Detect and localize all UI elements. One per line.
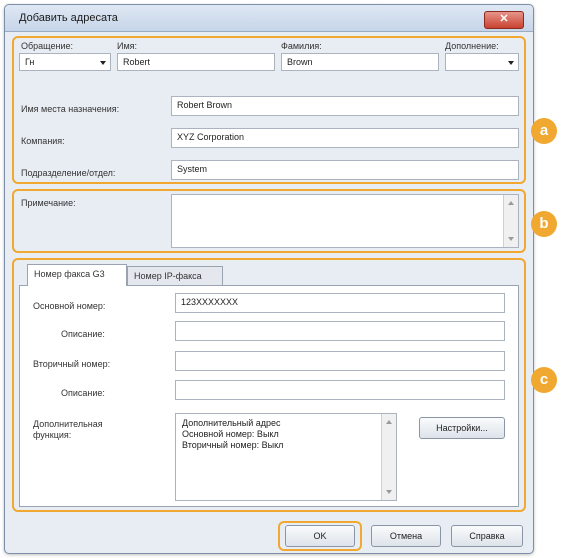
callout-a: a: [531, 118, 557, 144]
description2-field[interactable]: [175, 380, 505, 400]
department-label: Подразделение/отдел:: [21, 168, 116, 178]
dialog-window: Добавить адресата ✕ Обращение: Гн Имя: R…: [4, 4, 534, 554]
department-field[interactable]: System: [171, 160, 519, 180]
notes-textarea[interactable]: [171, 194, 519, 248]
ok-button[interactable]: OK: [285, 525, 355, 547]
extra-function-box: Дополнительный адрес Основной номер: Вык…: [175, 413, 397, 501]
addition-label: Дополнение:: [445, 41, 499, 51]
company-field[interactable]: XYZ Corporation: [171, 128, 519, 148]
secondary-number-label: Вторичный номер:: [33, 359, 111, 369]
first-name-field[interactable]: Robert: [117, 53, 275, 71]
notes-label: Примечание:: [21, 198, 76, 208]
description1-label: Описание:: [61, 329, 105, 339]
notes-scrollbar[interactable]: [503, 195, 518, 247]
extra-function-scrollbar[interactable]: [381, 414, 396, 500]
extra-function-line: Дополнительный адрес: [182, 418, 281, 428]
description1-field[interactable]: [175, 321, 505, 341]
title-bar: Добавить адресата ✕: [5, 5, 533, 32]
salutation-label: Обращение:: [21, 41, 73, 51]
main-number-field[interactable]: 123XXXXXXX: [175, 293, 505, 313]
addition-dropdown[interactable]: [445, 53, 519, 71]
tab-g3-fax[interactable]: Номер факса G3: [27, 264, 127, 286]
description2-label: Описание:: [61, 388, 105, 398]
window-title: Добавить адресата: [19, 12, 118, 24]
salutation-value: Гн: [25, 57, 35, 67]
scroll-up-icon: [386, 420, 392, 424]
extra-function-label-line1: Дополнительная: [33, 419, 103, 429]
callout-c: c: [531, 367, 557, 393]
help-button[interactable]: Справка: [451, 525, 523, 547]
extra-function-line: Основной номер: Выкл: [182, 429, 279, 439]
tab-ip-fax[interactable]: Номер IP-факса: [127, 266, 223, 286]
chevron-down-icon: [100, 61, 106, 65]
company-label: Компания:: [21, 136, 65, 146]
scroll-down-icon: [386, 490, 392, 494]
close-button[interactable]: ✕: [484, 11, 524, 29]
callout-b: b: [531, 211, 557, 237]
settings-button[interactable]: Настройки...: [419, 417, 505, 439]
scroll-up-icon: [508, 201, 514, 205]
last-name-field[interactable]: Brown: [281, 53, 439, 71]
cancel-button[interactable]: Отмена: [371, 525, 441, 547]
chevron-down-icon: [508, 61, 514, 65]
secondary-number-field[interactable]: [175, 351, 505, 371]
extra-function-line: Вторичный номер: Выкл: [182, 440, 284, 450]
first-name-label: Имя:: [117, 41, 138, 51]
scroll-down-icon: [508, 237, 514, 241]
salutation-dropdown[interactable]: Гн: [19, 53, 111, 71]
last-name-label: Фамилия:: [281, 41, 322, 51]
destination-field[interactable]: Robert Brown: [171, 96, 519, 116]
main-number-label: Основной номер:: [33, 301, 106, 311]
destination-label: Имя места назначения:: [21, 104, 120, 114]
extra-function-label-line2: функция:: [33, 430, 72, 440]
